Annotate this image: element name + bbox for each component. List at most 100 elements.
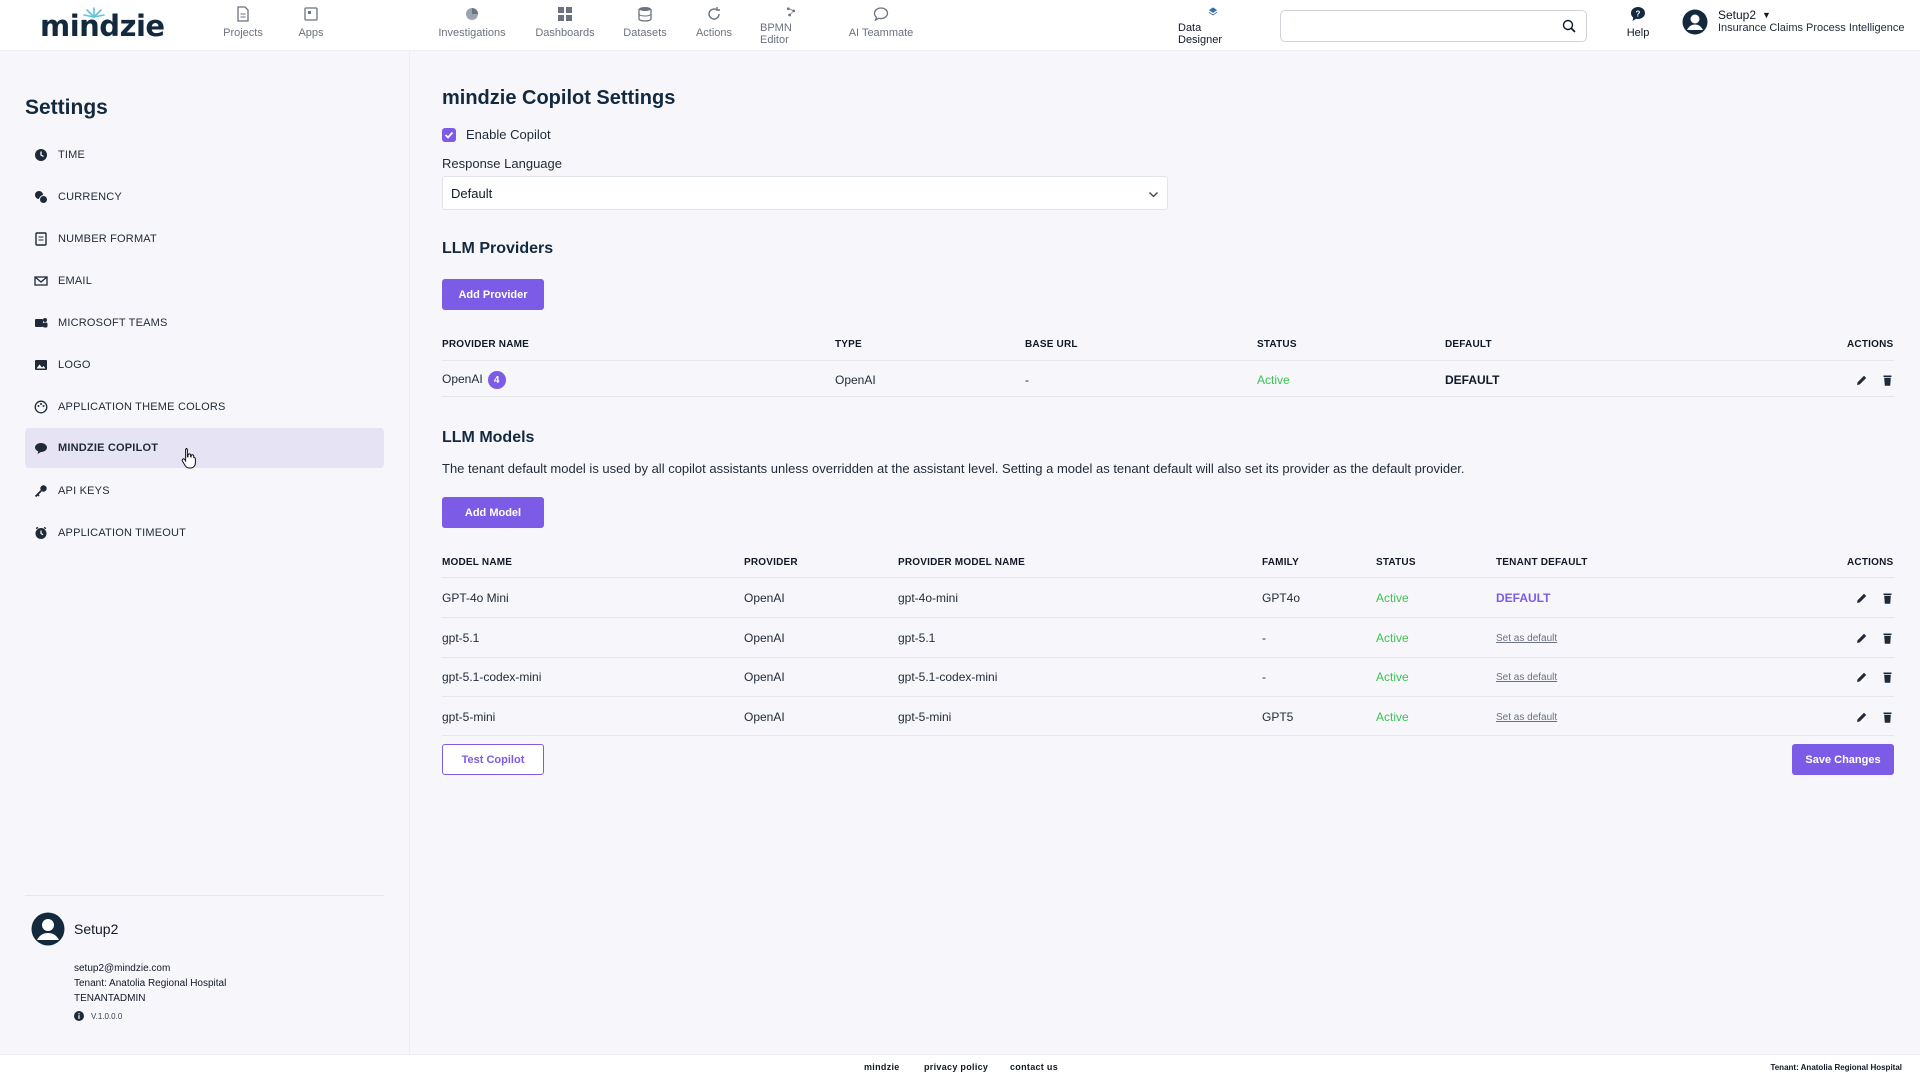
nav-apps[interactable]: Apps — [296, 6, 326, 46]
table-divider — [442, 360, 1894, 361]
user-name: Setup2 — [1718, 8, 1757, 22]
profile-email: setup2@mindzie.com — [74, 963, 171, 974]
edit-icon[interactable] — [1855, 671, 1868, 684]
sidebar-item-logo[interactable]: LOGO — [25, 345, 384, 385]
sidebar-item-microsoft-teams[interactable]: MICROSOFT TEAMS — [25, 303, 384, 343]
add-model-button[interactable]: Add Model — [442, 497, 544, 528]
provider-status-cell: Active — [1257, 373, 1290, 387]
trash-icon[interactable] — [1881, 632, 1894, 645]
sidebar-item-currency[interactable]: CURRENCY — [25, 177, 384, 217]
page-title: mindzie Copilot Settings — [442, 87, 676, 109]
enable-copilot-row[interactable]: Enable Copilot — [442, 127, 551, 142]
providers-header-name: PROVIDER NAME — [442, 339, 530, 350]
sidebar-item-application-timeout[interactable]: APPLICATION TIMEOUT — [25, 513, 384, 553]
set-as-default-link[interactable]: Set as default — [1496, 633, 1557, 644]
model-name-cell: gpt-5.1 — [442, 631, 480, 645]
response-language-value: Default — [451, 185, 493, 201]
chevron-down-icon[interactable]: ▼ — [1762, 9, 1771, 22]
grid-icon — [558, 7, 572, 21]
number-format-icon — [35, 232, 47, 246]
models-header-family: FAMILY — [1262, 557, 1299, 568]
trash-icon[interactable] — [1881, 711, 1894, 724]
providers-header-status: STATUS — [1257, 339, 1297, 350]
provider-name-cell: OpenAI 4 — [442, 371, 506, 389]
test-copilot-button[interactable]: Test Copilot — [442, 744, 544, 775]
envelope-icon — [34, 276, 48, 286]
response-language-select[interactable]: Default — [442, 176, 1168, 210]
models-header-status: STATUS — [1376, 557, 1416, 568]
trash-icon[interactable] — [1881, 374, 1894, 387]
model-provider-name-cell: gpt-4o-mini — [898, 591, 959, 605]
nav-dashboards[interactable]: Dashboards — [534, 6, 596, 46]
model-family-cell: - — [1262, 670, 1266, 684]
settings-sidebar: Settings TIME CURRENCY NUMBER FORMAT EMA… — [0, 51, 410, 1054]
copilot-settings-panel: mindzie Copilot Settings Enable Copilot … — [442, 51, 1897, 1054]
teams-icon — [35, 318, 48, 328]
edit-icon[interactable] — [1855, 592, 1868, 605]
sidebar-divider — [25, 895, 384, 896]
set-as-default-link[interactable]: Set as default — [1496, 672, 1557, 683]
trash-icon[interactable] — [1881, 592, 1894, 605]
sidebar-item-mindzie-copilot[interactable]: MINDZIE COPILOT — [25, 428, 384, 468]
nav-actions[interactable]: Actions — [694, 6, 734, 46]
nav-investigations[interactable]: Investigations — [437, 6, 507, 46]
provider-default-cell: DEFAULT — [1445, 373, 1500, 387]
nav-data-designer[interactable]: Data Designer — [1178, 6, 1248, 46]
model-provider-cell: OpenAI — [744, 710, 785, 724]
search-icon[interactable] — [1562, 19, 1576, 33]
bpmn-icon — [786, 7, 796, 17]
global-search[interactable] — [1280, 10, 1587, 42]
nav-datasets[interactable]: Datasets — [622, 6, 668, 46]
edit-icon[interactable] — [1855, 632, 1868, 645]
save-changes-button[interactable]: Save Changes — [1792, 744, 1894, 775]
model-status-cell: Active — [1376, 670, 1409, 684]
model-provider-cell: OpenAI — [744, 631, 785, 645]
timeout-icon — [35, 526, 47, 539]
version-text: V.1.0.0.0 — [91, 1011, 123, 1021]
model-status-cell: Active — [1376, 591, 1409, 605]
edit-icon[interactable] — [1855, 711, 1868, 724]
nav-projects[interactable]: Projects — [222, 6, 264, 46]
designer-icon — [1208, 7, 1218, 16]
add-provider-button[interactable]: Add Provider — [442, 279, 544, 310]
providers-header-type: TYPE — [835, 339, 862, 350]
footer-link-privacy-policy[interactable]: privacy policy — [924, 1062, 988, 1072]
sidebar-item-email[interactable]: EMAIL — [25, 261, 384, 301]
models-header-provider-model-name: PROVIDER MODEL NAME — [898, 557, 1025, 568]
enable-copilot-checkbox[interactable] — [442, 127, 456, 142]
sidebar-item-api-keys[interactable]: API KEYS — [25, 471, 384, 511]
chevron-down-icon — [1149, 192, 1158, 198]
user-menu[interactable]: Setup2 ▼ Insurance Claims Process Intelli… — [1682, 9, 1904, 35]
nav-bpmn-editor[interactable]: BPMN Editor — [760, 6, 822, 46]
sidebar-title: Settings — [25, 96, 108, 119]
sidebar-item-number-format[interactable]: NUMBER FORMAT — [25, 219, 384, 259]
nav-help[interactable]: ? Help — [1624, 6, 1652, 46]
svg-text:?: ? — [1636, 10, 1641, 19]
sidebar-item-application-theme-colors[interactable]: APPLICATION THEME COLORS — [25, 387, 384, 427]
nav-ai-teammate[interactable]: AI Teammate — [848, 6, 914, 46]
footer-link-contact-us[interactable]: contact us — [1010, 1062, 1058, 1072]
model-status-cell: Active — [1376, 631, 1409, 645]
help-icon: ? — [1631, 7, 1645, 21]
model-name-cell: gpt-5.1-codex-mini — [442, 670, 542, 684]
model-provider-name-cell: gpt-5.1-codex-mini — [898, 670, 998, 684]
model-family-cell: - — [1262, 631, 1266, 645]
models-header-provider: PROVIDER — [744, 557, 798, 568]
trash-icon[interactable] — [1881, 671, 1894, 684]
models-header-name: MODEL NAME — [442, 557, 513, 568]
avatar — [31, 912, 65, 946]
mindzie-logo[interactable]: mindzie — [40, 7, 165, 43]
set-as-default-link[interactable]: Set as default — [1496, 712, 1557, 723]
llm-models-description: The tenant default model is used by all … — [442, 461, 1465, 476]
page-footer: mindzie privacy policy contact us Tenant… — [0, 1054, 1920, 1080]
edit-icon[interactable] — [1855, 374, 1868, 387]
palette-icon — [34, 400, 48, 414]
footer-link-mindzie[interactable]: mindzie — [864, 1062, 900, 1072]
refresh-icon — [708, 7, 720, 20]
sidebar-item-time[interactable]: TIME — [25, 135, 384, 175]
chat-icon — [873, 7, 889, 22]
clock-icon — [35, 149, 47, 161]
search-input[interactable] — [1291, 11, 1561, 41]
avatar-icon — [1682, 9, 1708, 35]
model-family-cell: GPT5 — [1262, 710, 1294, 724]
